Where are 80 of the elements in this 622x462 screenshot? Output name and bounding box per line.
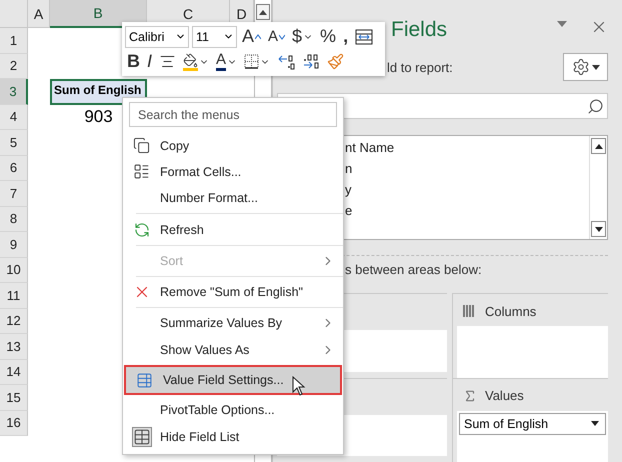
currency-button[interactable]: $ [290, 26, 316, 48]
row-header[interactable]: 11 [0, 283, 28, 308]
menu-item[interactable]: Copy [123, 132, 343, 159]
shrink-font-button[interactable]: A [266, 26, 288, 48]
table-settings-icon [136, 372, 153, 389]
table-cell[interactable]: Sum of English [50, 79, 147, 104]
area-label: Columns [485, 304, 536, 318]
italic-button[interactable]: I [145, 50, 154, 72]
borders-icon [244, 54, 260, 69]
field-item[interactable]: n [345, 161, 589, 177]
instruction-text: ld to report: [387, 60, 453, 74]
menu-item[interactable]: Value Field Settings... [124, 364, 342, 396]
down-triangle-icon [594, 226, 602, 232]
menu-item[interactable]: Hide Field List [123, 424, 343, 450]
area-drop-zone[interactable]: Sum of English [457, 410, 608, 462]
menu-item[interactable]: Refresh [123, 216, 343, 243]
mouse-pointer-icon [292, 376, 306, 396]
up-caret-icon [255, 34, 262, 40]
percent-button[interactable]: % [318, 26, 338, 48]
area-label: Values [485, 388, 524, 403]
row-header[interactable]: 14 [0, 360, 28, 385]
row-header[interactable]: 7 [0, 181, 28, 206]
instruction-text: s between areas below: [345, 262, 483, 277]
row-header[interactable]: 2 [0, 54, 28, 79]
down-triangle-icon [557, 21, 567, 27]
down-triangle-icon [592, 64, 600, 70]
font-size-dropdown[interactable]: 11 [192, 26, 237, 48]
font-name-dropdown[interactable]: Calibri [125, 26, 189, 48]
wrap-icon [355, 28, 374, 44]
paintbrush-icon [327, 53, 344, 70]
scroll-up-button[interactable] [591, 138, 606, 154]
row-header[interactable]: 16 [0, 410, 28, 436]
menu-item[interactable]: PivotTable Options... [123, 397, 343, 424]
up-triangle-icon [259, 10, 267, 14]
row-header[interactable]: 5 [0, 130, 28, 156]
down-caret-icon [279, 34, 286, 40]
scroll-up-button[interactable] [256, 4, 270, 20]
settings-icon [572, 58, 590, 76]
paint-bucket-icon [183, 52, 198, 68]
row-header[interactable]: 4 [0, 104, 28, 130]
up-triangle-icon [594, 144, 602, 148]
bold-button[interactable]: B [125, 50, 142, 72]
row-header[interactable]: 8 [0, 206, 28, 232]
decrease-decimal-icon [277, 54, 296, 70]
increase-decimal-icon [302, 54, 320, 70]
column-header[interactable]: B [50, 0, 147, 28]
menu-item[interactable]: Remove "Sum of English" [123, 278, 343, 306]
menu-item[interactable]: Number Format... [123, 185, 343, 212]
columns-icon [463, 305, 477, 317]
row-header[interactable]: 15 [0, 385, 28, 410]
list-icon [133, 163, 150, 180]
row-header[interactable]: 1 [0, 28, 28, 54]
font-color-button[interactable]: A [214, 50, 240, 72]
grow-font-button[interactable]: A [240, 26, 264, 48]
value-field-dropdown[interactable]: Sum of English [459, 412, 606, 434]
field-item[interactable]: e [345, 203, 589, 219]
refresh-icon [134, 222, 150, 238]
column-header[interactable]: A [28, 0, 50, 28]
align-center-icon [159, 53, 176, 70]
menu-item[interactable]: Format Cells... [123, 158, 343, 186]
row-header[interactable]: 13 [0, 334, 28, 360]
comma-style-button[interactable]: , [341, 26, 350, 48]
field-item[interactable]: y [345, 182, 589, 198]
pane-title: Fields [391, 18, 448, 43]
sigma-icon [463, 388, 477, 402]
table-icon [132, 426, 152, 447]
field-item[interactable]: nt Name [345, 140, 589, 156]
row-header[interactable]: 9 [0, 232, 28, 258]
menu-search-field[interactable]: Search the menus [129, 102, 337, 128]
menu-item[interactable]: Summarize Values By [123, 310, 343, 337]
down-triangle-icon [591, 421, 599, 426]
row-header[interactable]: 3 [0, 79, 28, 104]
search-icon [587, 98, 604, 114]
copy-icon [133, 137, 150, 154]
scroll-down-button[interactable] [591, 221, 606, 237]
settings-button[interactable] [563, 53, 608, 81]
menu-item[interactable]: Show Values As [123, 336, 343, 363]
row-header[interactable]: 10 [0, 258, 28, 283]
row-header[interactable]: 6 [0, 156, 28, 181]
row-header[interactable]: 12 [0, 308, 28, 334]
